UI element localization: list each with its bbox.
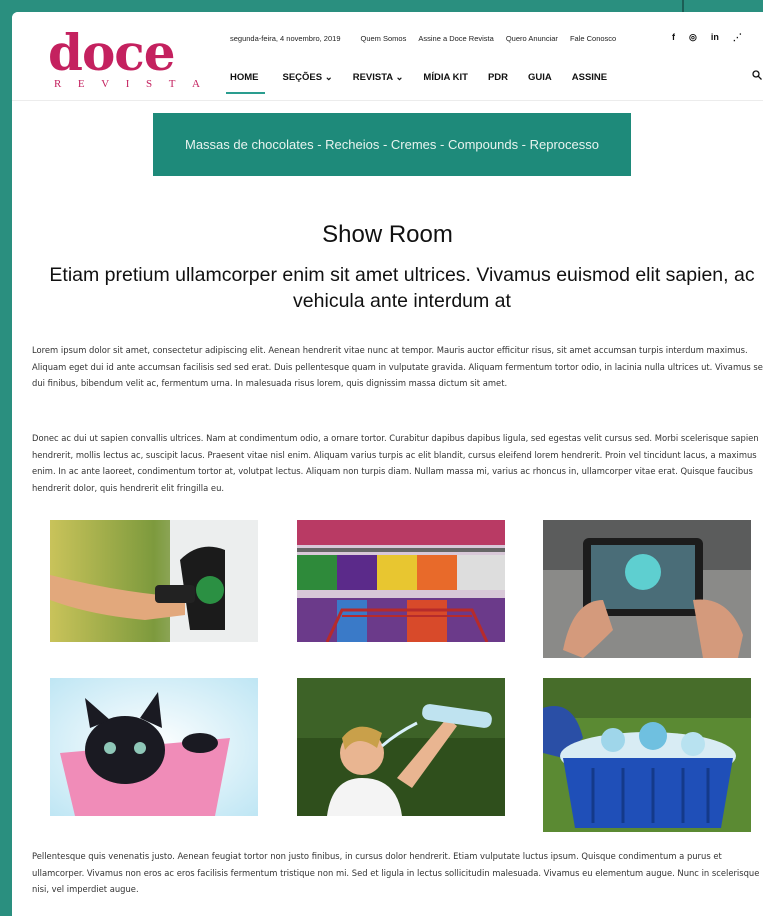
search-icon[interactable]	[752, 70, 762, 80]
browser-page: doce R E V I S T A segunda-feira, 4 nove…	[12, 12, 763, 916]
social-links: f ◎ in ⋰	[672, 32, 742, 43]
logo-letter: R	[54, 78, 62, 90]
logo-wordmark: doce	[48, 23, 176, 82]
linkedin-icon[interactable]: in	[711, 32, 719, 43]
top-link-fale-conosco[interactable]: Fale Conosco	[570, 34, 616, 43]
top-link-quem-somos[interactable]: Quem Somos	[361, 34, 407, 43]
facebook-icon[interactable]: f	[672, 32, 675, 43]
photo-ev-charging[interactable]	[50, 520, 258, 642]
nav-midia-kit[interactable]: MÍDIA KIT	[421, 68, 470, 94]
nav-assine[interactable]: ASSINE	[570, 68, 609, 94]
article-paragraph: Donec ac dui ut sapien convallis ultrice…	[32, 433, 759, 493]
page-subtitle: Etiam pretium ullamcorper enim sit amet …	[49, 264, 755, 312]
logo-letter: I	[125, 78, 130, 90]
logo-letter: A	[192, 78, 200, 90]
page-title: Show Room	[322, 221, 453, 248]
main-nav: HOME SEÇÕES ⌄ REVISTA ⌄ MÍDIA KIT PDR GU…	[226, 68, 625, 94]
top-link-assine[interactable]: Assine a Doce Revista	[418, 34, 493, 43]
logo-letter: V	[101, 78, 110, 90]
logo-letter: T	[168, 78, 176, 90]
nav-secoes[interactable]: SEÇÕES ⌄	[281, 68, 335, 94]
photo-woman-water[interactable]	[297, 678, 505, 816]
nav-pdr[interactable]: PDR	[486, 68, 510, 94]
photo-supermarket[interactable]	[297, 520, 505, 642]
top-bar: segunda-feira, 4 novembro, 2019 Quem Som…	[230, 34, 628, 43]
logo-letter: E	[77, 78, 85, 90]
nav-home[interactable]: HOME	[226, 68, 265, 94]
site-header: doce R E V I S T A segunda-feira, 4 nove…	[12, 12, 763, 101]
logo-subtitle: R E V I S T A	[54, 78, 200, 90]
rss-icon[interactable]: ⋰	[733, 32, 742, 43]
site-logo[interactable]: doce R E V I S T A	[48, 23, 200, 92]
banner-text: Massas de chocolates - Recheios - Cremes…	[184, 137, 599, 152]
article-paragraph: Lorem ipsum dolor sit amet, consectetur …	[32, 345, 763, 388]
ad-banner[interactable]: Massas de chocolates - Recheios - Cremes…	[153, 113, 631, 176]
frame-edge-line	[682, 0, 684, 12]
photo-kitten[interactable]	[50, 678, 258, 816]
photo-bottle-recycling[interactable]	[543, 678, 751, 832]
current-date: segunda-feira, 4 novembro, 2019	[230, 34, 341, 43]
photo-tablet-ar[interactable]	[543, 520, 751, 658]
logo-letter: S	[146, 78, 153, 90]
instagram-icon[interactable]: ◎	[689, 32, 697, 43]
article-paragraph: Pellentesque quis venenatis justo. Aenea…	[32, 851, 760, 894]
nav-revista[interactable]: REVISTA ⌄	[351, 68, 406, 94]
nav-guia[interactable]: GUIA	[526, 68, 554, 94]
top-link-anunciar[interactable]: Quero Anunciar	[506, 34, 558, 43]
